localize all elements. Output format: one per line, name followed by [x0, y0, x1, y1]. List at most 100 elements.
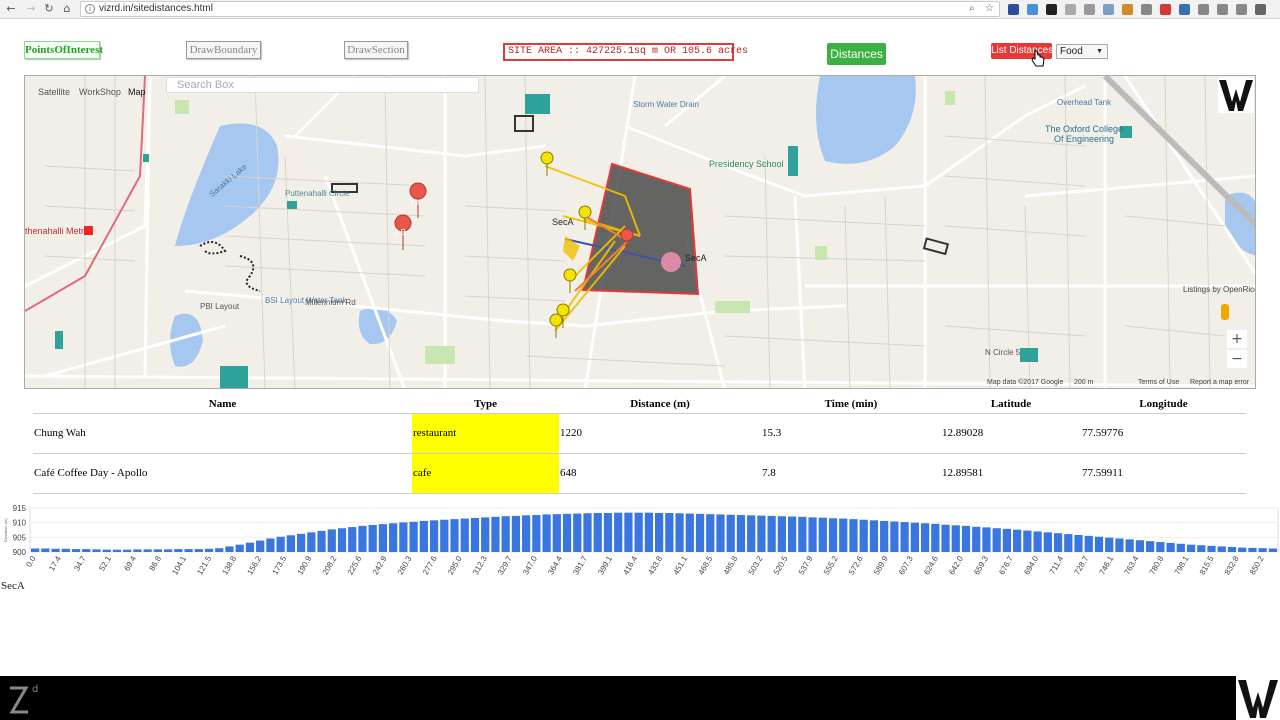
- header-name: Name: [33, 396, 412, 414]
- chart-bar: [542, 514, 551, 552]
- table-header-row: Name Type Distance (m) Time (min) Latitu…: [33, 396, 1246, 414]
- x-tick-label: 850.2: [1248, 554, 1266, 576]
- chart-bar: [491, 516, 500, 552]
- bookmark-star-icon[interactable]: ☆: [985, 3, 994, 14]
- chart-bar: [685, 513, 694, 552]
- label-oxford: The Oxford College Of Engineering: [1045, 124, 1124, 144]
- ext-dots-icon[interactable]: [1217, 4, 1228, 15]
- ext-wave-icon[interactable]: [1122, 4, 1133, 15]
- map-type-workshop[interactable]: WorkShop: [79, 87, 121, 97]
- chart-bar: [51, 548, 60, 552]
- x-tick-label: 832.8: [1223, 554, 1241, 576]
- x-tick-label: 381.7: [571, 554, 589, 576]
- chart-bar: [133, 549, 142, 552]
- points-of-interest-button[interactable]: PointsOfInterest: [24, 41, 103, 59]
- zoom-out-button[interactable]: −: [1227, 350, 1247, 368]
- chart-bar: [1248, 547, 1257, 552]
- cell-type: cafe: [412, 453, 559, 494]
- x-tick-label: 485.8: [722, 554, 740, 576]
- home-icon[interactable]: ⌂: [60, 2, 74, 16]
- chart-bar: [470, 517, 480, 552]
- chart-bar: [266, 538, 275, 552]
- distances-button[interactable]: Distances: [827, 43, 886, 65]
- ext-ba-icon[interactable]: [1046, 4, 1057, 15]
- x-tick-label: 138.8: [220, 554, 238, 576]
- chart-bar: [941, 524, 950, 552]
- label-overhead-tank: Overhead Tank: [1057, 98, 1112, 107]
- ext-gray-icon[interactable]: [1198, 4, 1209, 15]
- chart-bar: [920, 523, 930, 552]
- ext-c-icon[interactable]: [1027, 4, 1038, 15]
- info-icon[interactable]: i: [85, 4, 95, 14]
- chart-bar: [849, 519, 858, 552]
- map-report-link[interactable]: Report a map error: [1190, 379, 1249, 386]
- chart-bar: [798, 516, 807, 552]
- label-listings: Listings by OpenRice: [1183, 285, 1256, 294]
- ext-red-icon[interactable]: [1160, 4, 1171, 15]
- chart-bar: [818, 517, 827, 552]
- ext-n-icon[interactable]: [1008, 4, 1019, 15]
- chart-bar: [1094, 536, 1104, 552]
- address-bar[interactable]: i vizrd.in/sitedistances.html ⌕ ☆: [80, 1, 1000, 17]
- forward-icon[interactable]: →: [24, 2, 38, 16]
- y-tick-label: 905: [13, 533, 27, 542]
- ext-camera-icon[interactable]: [1236, 4, 1247, 15]
- browser-toolbar: ← → ↻ ⌂ i vizrd.in/sitedistances.html ⌕ …: [0, 0, 1280, 19]
- chart-bar: [910, 522, 919, 552]
- chart-bar: [1146, 541, 1155, 552]
- ext-mail-icon[interactable]: [1141, 4, 1152, 15]
- draw-boundary-button[interactable]: DrawBoundary: [186, 41, 261, 59]
- map-canvas[interactable]: [25, 76, 1256, 389]
- zoom-in-button[interactable]: +: [1227, 330, 1247, 348]
- chart-bar: [1186, 544, 1196, 552]
- back-icon[interactable]: ←: [4, 2, 18, 16]
- x-tick-label: 624.6: [922, 554, 940, 576]
- chart-bar: [522, 515, 531, 552]
- x-tick-label: 659.3: [972, 554, 990, 576]
- ext-blue-icon[interactable]: [1179, 4, 1190, 15]
- map-search-input[interactable]: Search Box: [166, 77, 479, 93]
- chart-bar: [880, 520, 889, 552]
- label-millennium: Millennium Rd: [305, 298, 356, 307]
- chart-bar: [41, 548, 50, 552]
- cell-longitude: 77.59776: [1081, 413, 1246, 454]
- header-longitude: Longitude: [1081, 396, 1246, 414]
- ext-circle-icon[interactable]: [1065, 4, 1076, 15]
- reload-icon[interactable]: ↻: [42, 2, 56, 16]
- chart-bar: [1197, 545, 1206, 552]
- outlined-plot: [514, 115, 534, 132]
- zoom-icon[interactable]: ⌕: [969, 3, 975, 14]
- ext-box-icon[interactable]: [1103, 4, 1114, 15]
- y-axis-label: Elevation (m): [3, 518, 8, 542]
- chart-bar: [1002, 528, 1012, 552]
- label-marker-b: I B: [396, 228, 406, 237]
- chart-bar: [327, 529, 336, 552]
- table-row: Café Coffee Day - Apollo cafe 648 7.8 12…: [33, 453, 1246, 494]
- chart-bar: [112, 549, 122, 552]
- x-tick-label: 121.5: [195, 554, 213, 576]
- chart-bar: [1217, 546, 1226, 552]
- chart-bar: [736, 515, 746, 552]
- cell-type: restaurant: [412, 413, 559, 454]
- lake-water-north: [816, 76, 916, 164]
- map-terms-link[interactable]: Terms of Use: [1138, 379, 1179, 386]
- x-tick-label: 364.4: [546, 554, 564, 576]
- map-type-map[interactable]: Map: [128, 87, 146, 97]
- category-select[interactable]: Food ▼: [1056, 44, 1108, 59]
- chart-bar: [460, 518, 469, 552]
- map-type-satellite[interactable]: Satellite: [38, 87, 70, 97]
- elevation-chart-svg: 900 905 910 915 Elevation (m) 0.0 17.4 34.7 52.1…: [3, 504, 1279, 576]
- chart-bar: [348, 527, 357, 552]
- chart-bar: [215, 548, 224, 552]
- chart-bar: [245, 542, 255, 552]
- chart-bar: [450, 519, 459, 552]
- map-panel[interactable]: Satellite WorkShop Map Search Box Presid…: [24, 75, 1256, 389]
- ext-grid-icon[interactable]: [1084, 4, 1095, 15]
- x-tick-label: 347.0: [521, 554, 539, 576]
- ext-menu-icon[interactable]: [1255, 4, 1266, 15]
- x-tick-label: 537.9: [797, 554, 815, 576]
- draw-section-button[interactable]: DrawSection: [344, 41, 408, 59]
- x-tick-label: 242.9: [371, 554, 389, 576]
- chart-bar: [174, 549, 183, 552]
- map-scale: 200 m: [1074, 379, 1094, 386]
